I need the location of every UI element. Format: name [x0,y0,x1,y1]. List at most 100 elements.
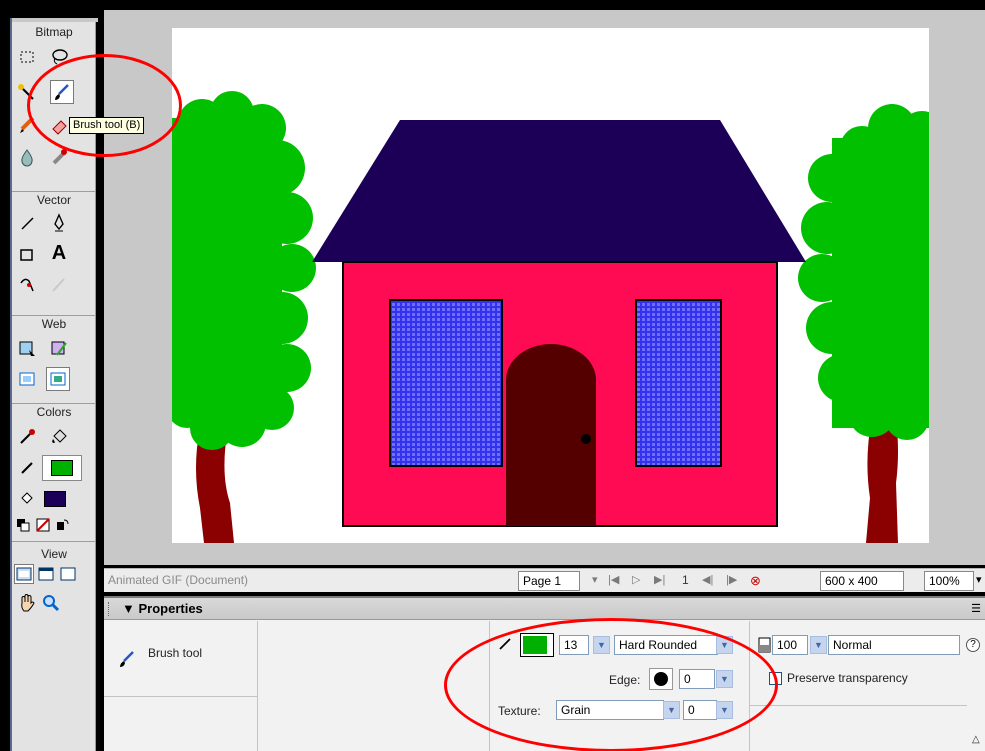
options-menu-icon[interactable]: ☰ [971,602,981,615]
marquee-icon[interactable] [16,46,38,68]
eraser-icon[interactable] [48,114,70,136]
colors-section-title: Colors [36,405,72,419]
texture-select[interactable]: Grain [556,700,664,720]
standard-screen-mode-icon[interactable] [14,564,34,584]
no-stroke-fill-icon[interactable] [34,516,52,534]
divider [257,621,258,751]
preserve-transparency-label: Preserve transparency [787,671,908,685]
door-knob [581,434,591,444]
edge-amount-value: 0 [684,672,691,686]
stroke-color-picker[interactable] [520,633,554,657]
brush-tip-select[interactable]: Hard Rounded [614,635,718,655]
rubber-stamp-icon[interactable] [48,146,70,168]
collapse-triangle-icon[interactable]: ▼ [122,601,138,616]
magic-wand-icon[interactable] [16,82,38,104]
texture-dropdown-icon[interactable]: ▼ [663,701,680,719]
brush-size-slider-icon[interactable]: ▼ [593,636,610,654]
stroke-color-chip-props [523,636,547,654]
line-tool-icon[interactable] [16,212,38,234]
swap-colors-icon[interactable] [54,516,72,534]
divider [749,621,750,751]
edge-amount-field[interactable]: 0 [679,669,715,689]
pen-tool-icon[interactable] [48,212,70,234]
divider [104,696,257,697]
opacity-field[interactable]: 100 [772,635,808,655]
roof [312,120,806,262]
hide-slices-icon[interactable] [16,368,38,390]
zoom-dropdown-icon[interactable]: ▾ [976,573,982,586]
zoom-label: 100% [929,574,960,588]
zoom-selector[interactable]: 100% [924,571,974,591]
expand-arrow-icon[interactable]: △ [972,734,980,745]
brush-size-field[interactable]: 13 [559,635,589,655]
texture-value: Grain [561,703,591,717]
knife-tool-icon[interactable] [48,274,70,296]
paint-bucket-icon[interactable] [48,426,70,448]
pencil-icon[interactable] [16,114,38,136]
canvas-size-button[interactable]: 600 x 400 [820,571,904,591]
last-frame-icon[interactable]: ▶| [654,573,665,586]
stop-icon[interactable]: ⊗ [750,573,761,589]
play-icon[interactable]: ▷ [632,573,640,586]
stroke-color-swatch[interactable] [42,455,82,481]
bitmap-section-title: Bitmap [35,25,73,39]
hotspot-tool-icon[interactable] [16,338,38,360]
hand-tool-icon[interactable] [16,592,38,614]
tools-panel-grip[interactable] [12,18,98,22]
lasso-icon[interactable] [48,46,70,68]
blend-mode-select[interactable]: Normal [828,635,960,655]
text-tool-glyph: A [51,242,67,264]
first-frame-icon[interactable]: |◀ [608,573,619,586]
texture-amount-field[interactable]: 0 [683,700,717,720]
properties-grip[interactable] [108,602,112,616]
freeform-tool-icon[interactable] [16,274,38,296]
show-slices-icon[interactable] [46,367,70,391]
properties-panel: ▼ Properties ☰ Brush tool 13 ▼ Hard Roun… [104,596,985,751]
fullscreen-mode-icon[interactable] [58,564,78,584]
brush-tip-value: Hard Rounded [619,638,698,652]
document-type-label: Animated GIF (Document) [108,573,249,587]
blur-icon[interactable] [16,146,38,168]
texture-amount-slider-icon[interactable]: ▼ [716,701,733,719]
document-stage [104,10,985,565]
brush-tool-icon[interactable] [50,80,74,104]
blend-mode-value: Normal [833,638,872,652]
fullscreen-menus-mode-icon[interactable] [36,564,56,584]
previous-frame-icon[interactable]: ◀| [702,573,713,586]
brush-tip-dropdown-icon[interactable]: ▼ [716,636,733,654]
right-tree-foliage [798,104,929,440]
divider [489,621,490,751]
fill-color-bucket-icon [16,488,38,510]
stroke-pencil-icon [496,636,514,654]
zoom-tool-icon[interactable] [40,592,62,614]
texture-label: Texture: [498,704,541,718]
web-section-title: Web [41,317,67,331]
current-frame-number: 1 [682,573,689,587]
right-window [635,299,722,467]
edge-amount-slider-icon[interactable]: ▼ [716,670,733,688]
fill-color-swatch[interactable] [44,488,66,510]
opacity-slider-icon[interactable]: ▼ [810,636,827,654]
drawing-canvas[interactable] [172,28,929,543]
default-colors-icon[interactable] [14,516,32,534]
page-dropdown-icon[interactable]: ▾ [592,573,598,586]
edge-label: Edge: [609,673,641,687]
tool-name-label: Brush tool [148,646,203,660]
preserve-transparency-checkbox[interactable] [769,672,782,685]
text-tool-icon[interactable]: A [48,242,70,264]
fill-color-chip [44,491,66,507]
slice-tool-icon[interactable] [48,338,70,360]
canvas-size-label: 600 x 400 [825,574,878,588]
help-icon[interactable]: ? [966,638,980,652]
properties-header[interactable]: ▼ Properties ☰ [104,598,985,620]
help-glyph: ? [970,639,976,650]
properties-title-text: Properties [138,601,203,616]
left-window [389,299,503,467]
rectangle-tool-icon[interactable] [16,244,38,266]
stroke-color-chip [51,460,73,476]
eyedropper-icon[interactable] [16,426,38,448]
page-selector[interactable]: Page 1 [518,571,580,591]
edge-type-icon[interactable] [649,668,673,690]
opacity-value: 100 [777,638,798,652]
next-frame-icon[interactable]: |▶ [726,573,737,586]
